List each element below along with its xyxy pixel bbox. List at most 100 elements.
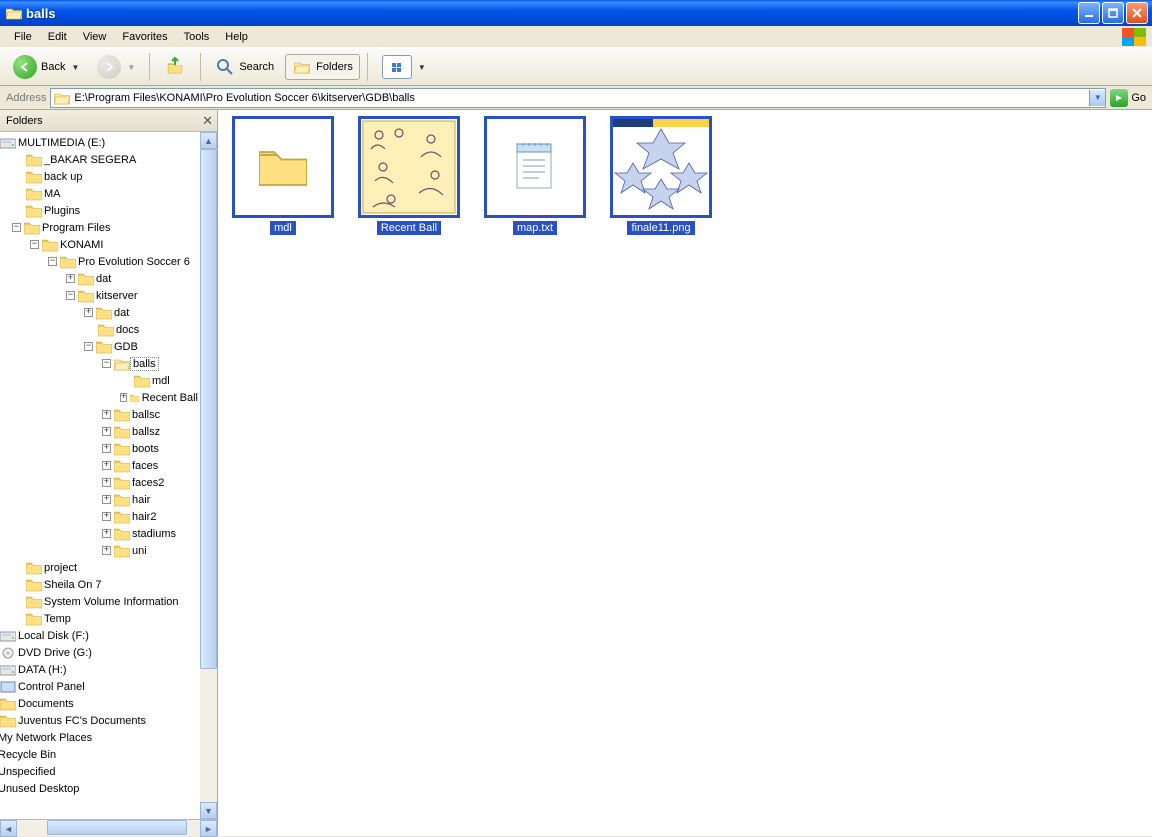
forward-button[interactable]: ▼ xyxy=(90,51,142,83)
up-button[interactable] xyxy=(157,52,193,82)
folder-tree[interactable]: MULTIMEDIA (E:) _BAKAR SEGERA back up MA… xyxy=(0,132,217,819)
horizontal-scrollbar[interactable]: ◄ ► xyxy=(0,819,217,836)
tree-drive[interactable]: Local Disk (F:) xyxy=(0,627,200,644)
address-input[interactable]: E:\Program Files\KONAMI\Pro Evolution So… xyxy=(50,88,1106,108)
menu-tools[interactable]: Tools xyxy=(176,28,218,46)
tree-folder[interactable]: back up xyxy=(0,168,200,185)
back-button[interactable]: Back ▼ xyxy=(6,51,86,83)
file-item-folder[interactable]: mdl xyxy=(232,116,334,235)
tree-folder[interactable]: project xyxy=(0,559,200,576)
file-item-image[interactable]: finale11.png xyxy=(610,116,712,235)
expand-icon[interactable]: + xyxy=(102,546,111,555)
tree-folder-selected[interactable]: −balls xyxy=(0,355,200,372)
close-button[interactable] xyxy=(1126,2,1148,24)
views-button[interactable]: ▼ xyxy=(375,51,433,83)
tree-folder[interactable]: +stadiums xyxy=(0,525,200,542)
tree-drive[interactable]: DATA (H:) xyxy=(0,661,200,678)
tree-folder[interactable]: +boots xyxy=(0,440,200,457)
scroll-thumb[interactable] xyxy=(47,820,187,835)
collapse-icon[interactable]: − xyxy=(30,240,39,249)
tree-item[interactable]: Unspecified xyxy=(0,763,200,780)
go-button[interactable]: Go xyxy=(1110,89,1146,107)
tree-folder[interactable]: Temp xyxy=(0,610,200,627)
expand-icon[interactable]: + xyxy=(102,461,111,470)
tree-item[interactable]: Documents xyxy=(0,695,200,712)
menu-favorites[interactable]: Favorites xyxy=(114,28,175,46)
expand-icon[interactable]: + xyxy=(102,444,111,453)
folder-icon xyxy=(259,146,307,188)
tree-folder[interactable]: +uni xyxy=(0,542,200,559)
tree-folder[interactable]: +Recent Ball xyxy=(0,389,200,406)
maximize-button[interactable] xyxy=(1102,2,1124,24)
tree-folder[interactable]: +hair xyxy=(0,491,200,508)
scroll-up-button[interactable]: ▲ xyxy=(200,132,217,149)
tree-folder[interactable]: −Program Files xyxy=(0,219,200,236)
file-item-folder[interactable]: Recent Ball xyxy=(358,116,460,235)
menu-view[interactable]: View xyxy=(75,28,115,46)
tree-folder[interactable]: Plugins xyxy=(0,202,200,219)
drive-icon xyxy=(0,630,16,642)
menu-file[interactable]: File xyxy=(6,28,40,46)
tree-item[interactable]: My Network Places xyxy=(0,729,200,746)
expand-icon[interactable]: + xyxy=(102,410,111,419)
file-view[interactable]: mdl Recent Ball xyxy=(218,110,1152,836)
vertical-scrollbar[interactable]: ▲ ▼ xyxy=(200,132,217,819)
tree-item[interactable]: Recycle Bin xyxy=(0,746,200,763)
tree-folder[interactable]: docs xyxy=(0,321,200,338)
tree-folder[interactable]: +hair2 xyxy=(0,508,200,525)
tree-folder[interactable]: Sheila On 7 xyxy=(0,576,200,593)
expand-icon[interactable]: + xyxy=(102,512,111,521)
expand-icon[interactable]: + xyxy=(84,308,93,317)
expand-icon[interactable]: + xyxy=(66,274,75,283)
address-dropdown-button[interactable]: ▼ xyxy=(1089,90,1105,106)
expand-icon[interactable]: + xyxy=(120,393,127,402)
file-label: map.txt xyxy=(513,221,557,235)
file-item-text[interactable]: map.txt xyxy=(484,116,586,235)
tree-folder[interactable]: −GDB xyxy=(0,338,200,355)
collapse-icon[interactable]: − xyxy=(12,223,21,232)
folder-icon xyxy=(26,204,42,218)
expand-icon[interactable]: + xyxy=(102,427,111,436)
tree-item[interactable]: Juventus FC's Documents xyxy=(0,712,200,729)
tree-folder[interactable]: mdl xyxy=(0,372,200,389)
collapse-icon[interactable]: − xyxy=(66,291,75,300)
chevron-down-icon: ▼ xyxy=(127,63,135,72)
folder-icon xyxy=(134,374,150,388)
expand-icon[interactable]: + xyxy=(102,495,111,504)
control-panel-icon xyxy=(0,681,16,693)
folders-button[interactable]: Folders xyxy=(285,54,360,80)
tree-folder[interactable]: −KONAMI xyxy=(0,236,200,253)
tree-folder[interactable]: +ballsz xyxy=(0,423,200,440)
scroll-right-button[interactable]: ► xyxy=(200,820,217,837)
tree-folder[interactable]: MA xyxy=(0,185,200,202)
folder-icon xyxy=(78,289,94,303)
tree-drive[interactable]: DVD Drive (G:) xyxy=(0,644,200,661)
collapse-icon[interactable]: − xyxy=(84,342,93,351)
tree-item[interactable]: Unused Desktop xyxy=(0,780,200,797)
tree-folder[interactable]: −Pro Evolution Soccer 6 xyxy=(0,253,200,270)
menu-help[interactable]: Help xyxy=(217,28,256,46)
tree-folder[interactable]: −kitserver xyxy=(0,287,200,304)
tree-folder[interactable]: _BAKAR SEGERA xyxy=(0,151,200,168)
scroll-down-button[interactable]: ▼ xyxy=(200,802,217,819)
scroll-thumb[interactable] xyxy=(200,149,217,669)
tree-drive[interactable]: MULTIMEDIA (E:) xyxy=(0,134,200,151)
minimize-button[interactable] xyxy=(1078,2,1100,24)
expand-icon[interactable]: + xyxy=(102,478,111,487)
tree-folder[interactable]: +ballsc xyxy=(0,406,200,423)
search-button[interactable]: Search xyxy=(208,53,281,81)
tree-folder[interactable]: +faces xyxy=(0,457,200,474)
tree-folder[interactable]: +dat xyxy=(0,270,200,287)
folder-icon xyxy=(60,255,76,269)
menu-edit[interactable]: Edit xyxy=(40,28,75,46)
tree-folder[interactable]: System Volume Information xyxy=(0,593,200,610)
sidebar-close-button[interactable]: ✕ xyxy=(202,113,213,129)
tree-item[interactable]: Control Panel xyxy=(0,678,200,695)
expand-icon[interactable]: + xyxy=(102,529,111,538)
folder-icon xyxy=(114,476,130,490)
tree-folder[interactable]: +faces2 xyxy=(0,474,200,491)
collapse-icon[interactable]: − xyxy=(102,359,111,368)
scroll-left-button[interactable]: ◄ xyxy=(0,820,17,837)
tree-folder[interactable]: +dat xyxy=(0,304,200,321)
collapse-icon[interactable]: − xyxy=(48,257,57,266)
